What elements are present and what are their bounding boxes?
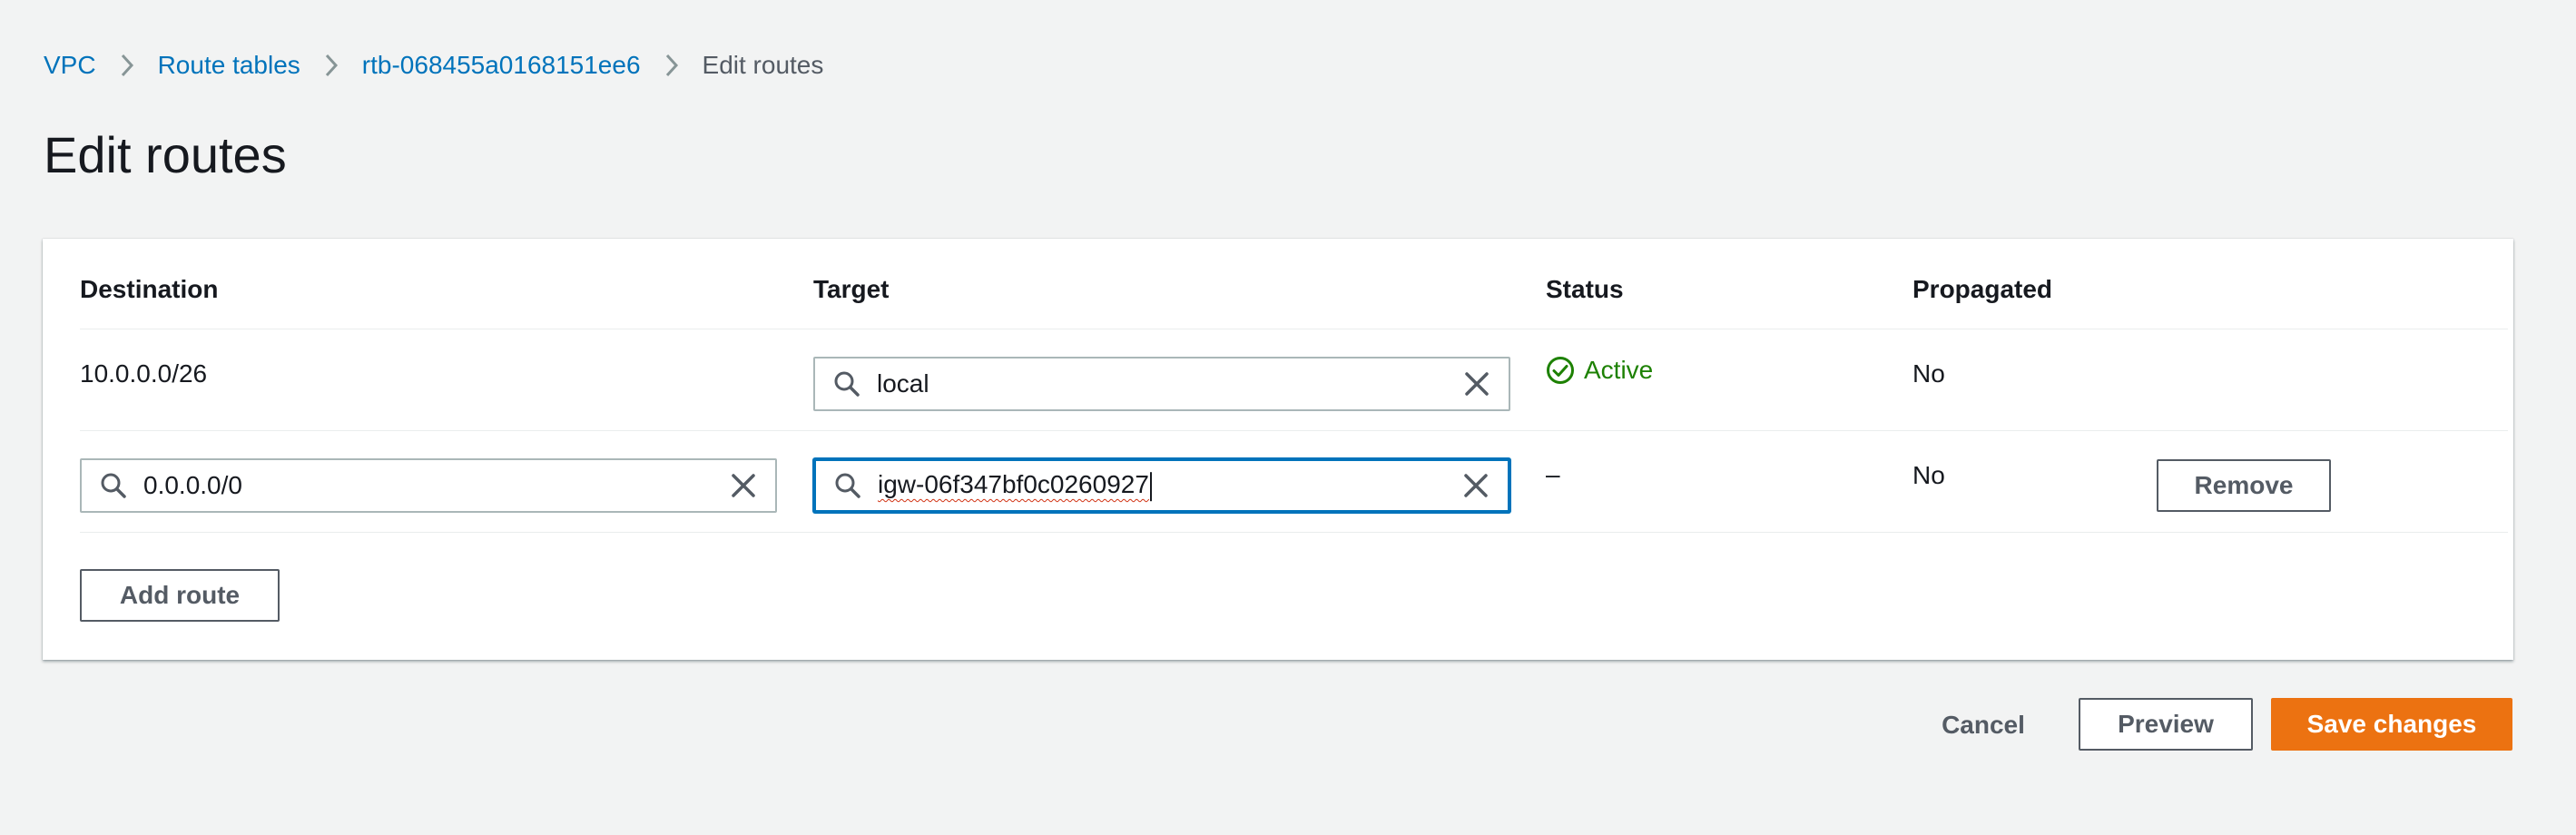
search-icon [832,470,863,501]
column-header-destination: Destination [80,275,219,303]
chevron-right-icon [324,54,339,77]
search-icon [831,368,862,399]
add-route-button[interactable]: Add route [80,569,280,622]
destination-input[interactable]: 0.0.0.0/0 [80,458,777,513]
remove-route-button[interactable]: Remove [2157,459,2331,512]
target-input[interactable]: igw-06f347bf0c0260927 [813,458,1510,513]
breadcrumb-vpc[interactable]: VPC [44,51,96,80]
page-title: Edit routes [44,126,287,183]
row-divider [80,430,2508,431]
target-input-value: igw-06f347bf0c0260927 [878,470,1152,501]
breadcrumb-route-tables[interactable]: Route tables [158,51,300,80]
propagated-value: No [1912,461,1945,489]
column-header-propagated: Propagated [1912,275,2053,303]
column-header-status: Status [1546,275,1624,303]
target-input[interactable]: local [813,357,1510,411]
chevron-right-icon [664,54,679,77]
preview-button[interactable]: Preview [2079,698,2253,751]
close-icon[interactable] [1459,468,1493,503]
status-label: Active [1584,356,1654,384]
column-header-target: Target [813,275,890,303]
row-divider [80,532,2508,533]
breadcrumb: VPC Route tables rtb-068455a0168151ee6 E… [44,47,823,84]
routes-panel: Destination Target Status Propagated 10.… [43,239,2513,660]
cancel-button[interactable]: Cancel [1924,699,2042,752]
destination-input-value: 0.0.0.0/0 [143,471,242,499]
destination-value: 10.0.0.0/26 [80,359,208,388]
breadcrumb-current: Edit routes [702,51,824,79]
propagated-value: No [1912,359,1945,388]
save-changes-button[interactable]: Save changes [2271,698,2512,751]
target-input-value: local [877,369,929,398]
breadcrumb-route-table-id[interactable]: rtb-068455a0168151ee6 [362,51,641,80]
check-circle-icon [1546,356,1584,385]
status-value: – [1546,460,1560,488]
chevron-right-icon [120,54,134,77]
search-icon [98,470,129,501]
status-badge: Active [1546,356,1653,385]
text-caret [1149,471,1152,501]
close-icon[interactable] [726,468,761,503]
close-icon[interactable] [1460,367,1494,401]
